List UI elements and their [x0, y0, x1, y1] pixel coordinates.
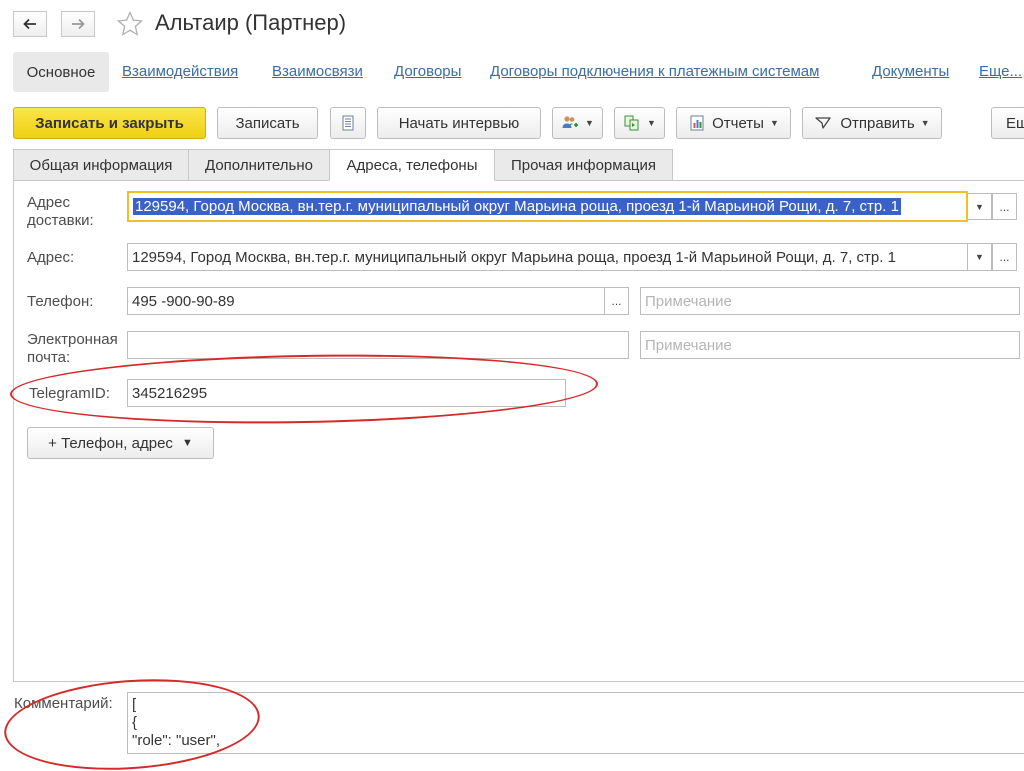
delivery-address-field[interactable]: 129594, Город Москва, вн.тер.г. муниципа…: [127, 191, 968, 222]
document-list-icon: [342, 115, 354, 131]
phone-field[interactable]: 495 -900-90-89: [127, 287, 605, 315]
forward-button[interactable]: [61, 11, 95, 37]
more-actions-label: Ещ: [1006, 114, 1024, 132]
back-button[interactable]: [13, 11, 47, 37]
create-based-on-button[interactable]: ▼: [614, 107, 665, 139]
section-nav: Основное Взаимодействия Взаимосвязи Дого…: [13, 52, 1024, 92]
comment-field[interactable]: [ { "role": "user",: [127, 692, 1024, 754]
send-label: Отправить: [840, 114, 915, 132]
address-select-button[interactable]: ...: [992, 243, 1017, 271]
page-title: Альтаир (Партнер): [155, 10, 347, 35]
delivery-address-label: Адрес доставки:: [27, 194, 94, 229]
send-icon: [815, 117, 831, 129]
address-value: 129594, Город Москва, вн.тер.г. муниципа…: [132, 248, 896, 266]
report-icon: [690, 115, 704, 131]
document-list-button[interactable]: [330, 107, 366, 139]
nav-link-interactions[interactable]: Взаимодействия: [122, 63, 238, 80]
send-button[interactable]: Отправить ▼: [802, 107, 942, 139]
chevron-down-icon: ▼: [647, 118, 656, 128]
ellipsis-icon: ...: [999, 199, 1010, 214]
tab-other-info[interactable]: Прочая информация: [494, 149, 673, 181]
nav-link-more[interactable]: Еще...: [979, 63, 1022, 80]
chevron-down-icon: ▼: [920, 118, 930, 128]
add-phone-address-label: + Телефон, адрес: [48, 434, 173, 452]
address-label: Адрес:: [27, 249, 75, 266]
start-interview-button[interactable]: Начать интервью: [377, 107, 541, 139]
comment-line: "role": "user",: [132, 732, 220, 749]
phone-note-placeholder: Примечание: [645, 292, 732, 310]
reports-label: Отчеты: [712, 114, 764, 132]
phone-select-button[interactable]: ...: [604, 287, 629, 315]
save-and-close-button[interactable]: Записать и закрыть: [13, 107, 206, 139]
nav-item-main[interactable]: Основное: [13, 52, 109, 92]
arrow-right-icon: [72, 18, 85, 30]
users-add-icon: [562, 116, 579, 128]
tab-additional[interactable]: Дополнительно: [188, 149, 330, 181]
favorite-star-icon[interactable]: [116, 10, 144, 38]
save-button[interactable]: Записать: [217, 107, 318, 139]
nav-link-contracts[interactable]: Договоры: [394, 63, 461, 80]
more-actions-button[interactable]: Ещ: [991, 107, 1024, 139]
phone-note-field[interactable]: Примечание: [640, 287, 1020, 315]
delivery-address-dropdown-button[interactable]: ▼: [967, 193, 992, 220]
chevron-down-icon: ▼: [769, 118, 779, 128]
arrow-left-icon: [23, 18, 36, 30]
ellipsis-icon: ...: [999, 250, 1010, 264]
email-label: Электронная почта:: [27, 331, 118, 366]
delivery-address-select-button[interactable]: ...: [992, 193, 1017, 220]
nav-link-documents[interactable]: Документы: [872, 63, 949, 80]
address-field[interactable]: 129594, Город Москва, вн.тер.г. муниципа…: [127, 243, 968, 271]
chevron-down-icon: ▼: [585, 118, 594, 128]
comment-line: {: [132, 714, 138, 731]
phone-value: 495 -900-90-89: [132, 292, 235, 310]
reports-button[interactable]: Отчеты ▼: [676, 107, 791, 139]
nav-link-relations[interactable]: Взаимосвязи: [272, 63, 363, 80]
add-phone-address-button[interactable]: + Телефон, адрес ▼: [27, 427, 214, 459]
create-document-icon: [624, 115, 639, 131]
address-dropdown-button[interactable]: ▼: [967, 243, 992, 271]
email-note-field[interactable]: Примечание: [640, 331, 1020, 359]
tab-addresses-phones[interactable]: Адреса, телефоны: [329, 149, 495, 181]
chevron-down-icon: ▼: [975, 252, 984, 262]
nav-link-payment-contracts[interactable]: Договоры подключения к платежным система…: [490, 63, 819, 80]
chevron-down-icon: ▼: [181, 437, 193, 449]
chevron-down-icon: ▼: [975, 201, 984, 212]
users-menu-button[interactable]: ▼: [552, 107, 603, 139]
phone-label: Телефон:: [27, 293, 94, 310]
ellipsis-icon: ...: [611, 294, 622, 308]
comment-line: [: [132, 696, 137, 713]
tab-general-info[interactable]: Общая информация: [13, 149, 189, 181]
delivery-address-value: 129594, Город Москва, вн.тер.г. муниципа…: [133, 198, 901, 215]
annotation-ellipse-comment: [1, 671, 263, 771]
email-note-placeholder: Примечание: [645, 336, 732, 354]
